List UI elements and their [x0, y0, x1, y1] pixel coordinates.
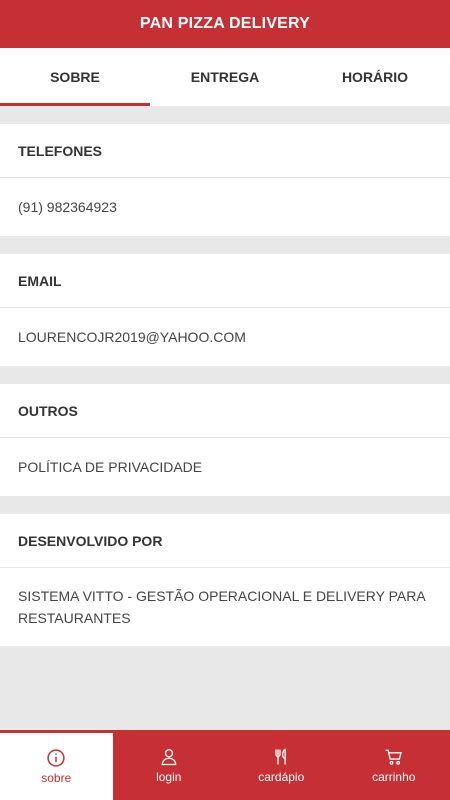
info-icon: [47, 749, 65, 767]
page-title: PAN PIZZA DELIVERY: [139, 15, 311, 32]
nav-label: sobre: [41, 771, 72, 785]
tab-sobre[interactable]: SOBRE: [0, 48, 150, 106]
section-email: EMAIL LOURENCOJR2019@YAHOO.COM: [0, 254, 450, 366]
nav-sobre[interactable]: sobre: [0, 730, 113, 800]
nav-login[interactable]: login: [112, 730, 225, 800]
section-telefones: TELEFONES (91) 982364923: [0, 124, 450, 236]
phone-value[interactable]: (91) 982364923: [0, 178, 450, 236]
spacer: [0, 106, 450, 124]
tab-entrega[interactable]: ENTREGA: [150, 48, 300, 106]
bottom-navigation: sobre login cardápio carrinho: [0, 730, 450, 800]
user-icon: [161, 748, 177, 765]
app-bar: PAN PIZZA DELIVERY: [0, 0, 450, 48]
section-title: DESENVOLVIDO POR: [0, 514, 450, 568]
developer-link[interactable]: SISTEMA VITTO - GESTÃO OPERACIONAL E DEL…: [0, 568, 450, 646]
nav-label: carrinho: [372, 769, 416, 784]
spacer: [0, 366, 450, 384]
section-title: EMAIL: [0, 254, 450, 308]
section-desenvolvido-por: DESENVOLVIDO POR SISTEMA VITTO - GESTÃO …: [0, 514, 450, 646]
tab-horario[interactable]: HORÁRIO: [300, 48, 450, 106]
section-outros: OUTROS POLÍTICA DE PRIVACIDADE: [0, 384, 450, 496]
section-title: OUTROS: [0, 384, 450, 438]
section-title: TELEFONES: [0, 124, 450, 178]
tab-bar: SOBRE ENTREGA HORÁRIO: [0, 48, 450, 106]
spacer: [0, 496, 450, 514]
privacy-policy-link[interactable]: POLÍTICA DE PRIVACIDADE: [0, 438, 450, 496]
fork-knife-icon: [275, 747, 287, 764]
nav-label: login: [156, 769, 182, 784]
nav-label: cardápio: [258, 769, 305, 784]
nav-cardapio[interactable]: cardápio: [225, 730, 338, 800]
spacer: [0, 236, 450, 254]
email-value[interactable]: LOURENCOJR2019@YAHOO.COM: [0, 308, 450, 366]
cart-icon: [385, 749, 402, 765]
nav-carrinho[interactable]: carrinho: [337, 730, 450, 800]
about-content: TELEFONES (91) 982364923 EMAIL LOURENCOJ…: [0, 106, 450, 646]
